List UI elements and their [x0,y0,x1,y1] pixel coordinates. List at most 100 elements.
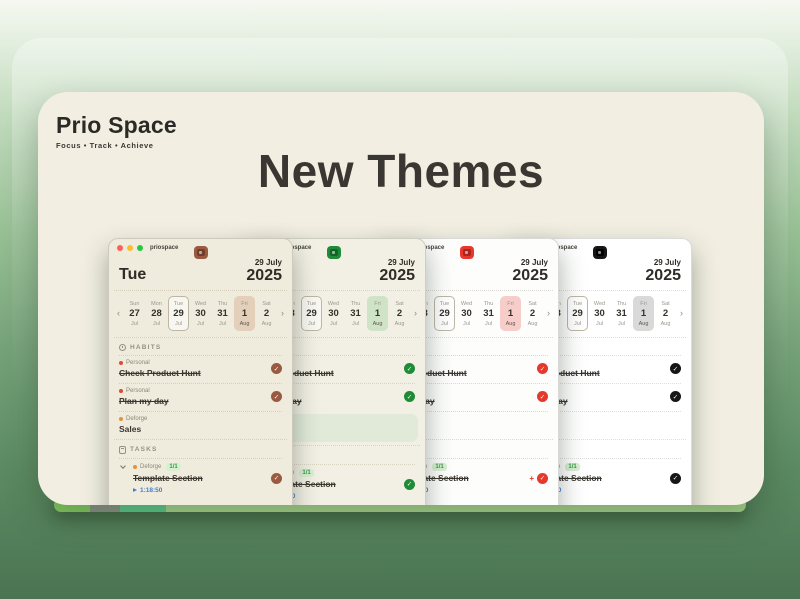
window-title: priospace [150,245,178,251]
habit-check-button[interactable]: ✓ [271,363,282,374]
calendar-cell-accent[interactable]: Fri 1 Aug [633,296,654,331]
category-dot [119,389,123,393]
calendar-cell[interactable]: Wed 30 Jul [456,296,477,331]
habit-category: Deforge [126,416,147,422]
habit-check-button[interactable]: ✓ [670,391,681,402]
habit-category: Personal [126,360,150,366]
calendar-cell-accent[interactable]: Fri 1 Aug [500,296,521,331]
calendar-cell[interactable]: Thu 31 Jul [478,296,499,331]
habit-row-sales[interactable]: Deforge Sales [119,411,282,439]
promo-card: Prio Space Focus • Track • Achieve New T… [38,92,764,505]
date-year: 2025 [246,268,282,284]
shield-icon [463,249,471,256]
date-block: 29 July 2025 [246,259,282,284]
tasks-header: TASKS [119,446,282,458]
task-check-button[interactable]: ✓ [537,473,548,484]
calendar-cell[interactable]: Sat 2 Aug [522,296,543,331]
app-badge-icon [327,246,341,259]
date-year: 2025 [379,268,415,284]
habit-check-button[interactable]: ✓ [670,363,681,374]
window-titlebar[interactable]: priospace [109,239,292,253]
calendar-cell[interactable]: Sat 2 Aug [655,296,676,331]
prev-week-button[interactable]: ‹ [114,308,123,318]
calendar-cell[interactable]: Wed 30 Jul [190,296,211,331]
date-daymonth: 29 July [512,259,548,267]
date-year: 2025 [512,268,548,284]
timer-value: 1:18:50 [140,487,162,494]
date-block: 29 July 2025 [645,259,681,284]
calendar-cell-selected[interactable]: Tue 29 Jul [301,296,322,331]
habit-title: Plan my day [119,396,169,406]
habit-check-button[interactable]: ✓ [537,391,548,402]
clock-icon [119,344,126,351]
date-block: 29 July 2025 [379,259,415,284]
calendar-cell[interactable]: Sat 2 Aug [256,296,277,331]
task-title: Template Section [133,473,203,483]
calendar-cell-selected[interactable]: Tue 29 Jul [168,296,189,331]
task-check-button[interactable]: ✓ [404,479,415,490]
close-button[interactable] [117,245,123,251]
habit-title: Check Product Hunt [119,368,201,378]
weekday-label: Tue [119,266,146,284]
task-count-badge: 1/1 [166,463,180,471]
task-check-button[interactable]: ✓ [271,473,282,484]
next-week-button[interactable]: › [411,308,420,318]
habit-check-button[interactable]: ✓ [537,363,548,374]
calendar-cell[interactable]: Thu 31 Jul [345,296,366,331]
task-count-badge: 1/1 [299,469,313,477]
habits-section: HABITS Personal Check Product Hunt ✓ Per… [114,337,287,439]
zoom-button[interactable] [137,245,143,251]
task-count-badge: 1/1 [565,463,579,471]
date-year: 2025 [645,268,681,284]
date-daymonth: 29 July [379,259,415,267]
chevron-down-icon[interactable] [120,463,126,469]
calendar-cell[interactable]: Sat 2 Aug [389,296,410,331]
app-badge-icon [194,246,208,259]
logo-title: Prio Space [56,112,177,139]
calendar-cell-accent[interactable]: Fri 1 Aug [367,296,388,331]
task-category: Deforge [140,464,161,470]
task-timer: 1:18:50 [133,487,282,494]
date-block: 29 July 2025 [512,259,548,284]
minimize-button[interactable] [127,245,133,251]
category-dot [119,417,123,421]
habit-check-button[interactable]: ✓ [404,391,415,402]
habit-check-button[interactable]: ✓ [404,363,415,374]
task-count-badge: 1/1 [432,463,446,471]
calendar-cell[interactable]: Sun 27 Jul [124,296,145,331]
calendar-cell[interactable]: Wed 30 Jul [589,296,610,331]
task-row[interactable]: Deforge 1/1 Template Section ✓ 1:18:50 [119,458,282,494]
app-badge-icon [593,246,607,259]
add-subtask-button[interactable]: + [529,474,534,483]
task-check-button[interactable]: ✓ [670,473,681,484]
calendar-cell-selected[interactable]: Tue 29 Jul [567,296,588,331]
habit-title: Sales [119,424,147,434]
category-dot [119,361,123,365]
week-calendar: ‹ Sun 27 Jul Mon 28 Jul Tue 29 Jul Wed 3… [114,290,287,337]
app-window: priospace Tue 29 July 2025 ‹ Sun 27 Jul … [108,238,293,505]
date-daymonth: 29 July [246,259,282,267]
shield-icon [596,249,604,256]
habit-check-button[interactable]: ✓ [271,391,282,402]
calendar-cell-accent[interactable]: Fri 1 Aug [234,296,255,331]
habit-category: Personal [126,388,150,394]
calendar-cell[interactable]: Thu 31 Jul [611,296,632,331]
calendar-cell[interactable]: Mon 28 Jul [146,296,167,331]
shield-icon [330,249,338,256]
habit-row[interactable]: Personal Check Product Hunt ✓ [119,355,282,383]
date-daymonth: 29 July [645,259,681,267]
shield-icon [197,249,205,256]
calendar-cell[interactable]: Wed 30 Jul [323,296,344,331]
next-week-button[interactable]: › [544,308,553,318]
app-badge-icon [460,246,474,259]
calendar-cell-selected[interactable]: Tue 29 Jul [434,296,455,331]
habits-header: HABITS [119,344,282,355]
calendar-cell[interactable]: Thu 31 Jul [212,296,233,331]
play-icon [133,488,137,492]
tasks-section: TASKS Deforge 1/1 Template Section ✓ [114,439,287,494]
next-week-button[interactable]: › [278,308,287,318]
page-title: New Themes [38,144,764,198]
next-week-button[interactable]: › [677,308,686,318]
tasks-icon [119,446,126,454]
habit-row[interactable]: Personal Plan my day ✓ [119,383,282,411]
